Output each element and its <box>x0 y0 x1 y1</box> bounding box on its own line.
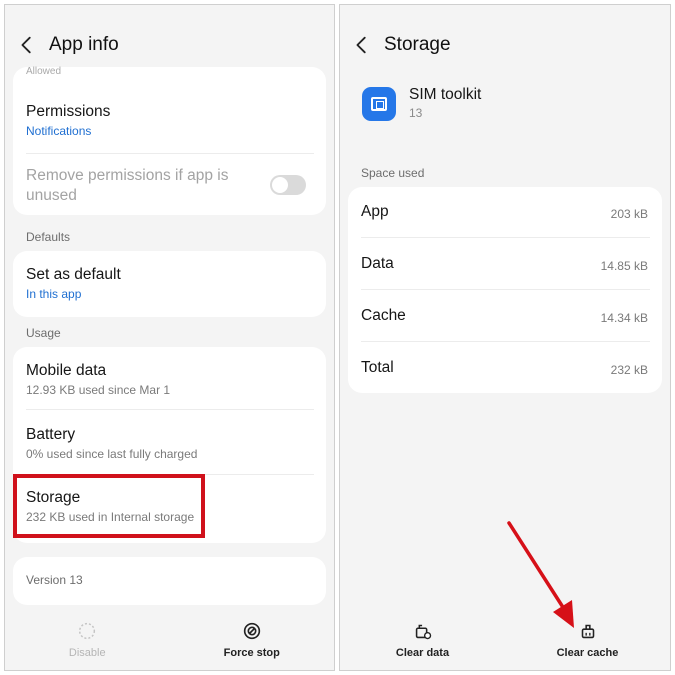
clipped-allowed-text: Allowed <box>26 66 62 77</box>
divider <box>361 289 650 290</box>
cache-size-value: 14.34 kB <box>600 311 648 325</box>
total-size-value: 232 kB <box>610 363 648 377</box>
bottom-action-bar: Disable Force stop <box>5 610 334 670</box>
mobile-data-item[interactable]: Mobile data 12.93 KB used since Mar 1 <box>26 361 314 399</box>
set-as-default-sub: In this app <box>26 287 82 301</box>
data-size-value: 14.85 kB <box>600 259 648 273</box>
battery-label: Battery <box>26 426 76 443</box>
app-size-label: App <box>361 203 389 220</box>
permissions-item[interactable]: Permissions Notifications <box>26 102 314 140</box>
bottom-action-bar: Clear data Clear cache <box>340 610 670 670</box>
app-name: SIM toolkit <box>409 86 482 103</box>
back-arrow-icon[interactable] <box>5 25 49 65</box>
remove-permissions-label: Remove permissions if app is unused <box>26 167 229 204</box>
divider <box>26 409 314 410</box>
app-size-value: 203 kB <box>610 207 648 221</box>
page-title: App info <box>49 34 119 55</box>
defaults-card: Set as default In this app <box>13 251 326 317</box>
app-info-header: App info <box>5 25 334 65</box>
battery-item[interactable]: Battery 0% used since last fully charged <box>26 425 314 463</box>
storage-header: Storage <box>340 25 670 65</box>
force-stop-button[interactable]: Force stop <box>170 610 335 670</box>
clear-data-icon <box>415 624 431 640</box>
clear-data-button[interactable]: Clear data <box>340 610 505 670</box>
app-size-row: App <box>361 202 650 222</box>
divider <box>361 341 650 342</box>
total-size-label: Total <box>361 359 394 376</box>
app-info-screen: App info Allowed Permissions Notificatio… <box>4 4 335 671</box>
app-version: 13 <box>409 106 423 120</box>
total-size-row: Total <box>361 358 650 378</box>
clear-data-label: Clear data <box>395 647 450 659</box>
divider <box>361 237 650 238</box>
space-used-card: App 203 kB Data 14.85 kB Cache 14.34 kB … <box>348 187 662 393</box>
version-card: Version 13 <box>13 557 326 605</box>
mobile-data-sub: 12.93 KB used since Mar 1 <box>26 383 171 397</box>
page-title: Storage <box>384 34 451 55</box>
storage-highlight-box <box>13 474 205 538</box>
remove-permissions-toggle[interactable] <box>270 175 306 195</box>
red-arrow-annotation-icon <box>507 521 574 628</box>
mobile-data-label: Mobile data <box>26 362 107 379</box>
sim-toolkit-app-icon <box>362 87 396 121</box>
set-as-default-item[interactable]: Set as default In this app <box>26 265 314 303</box>
disable-icon <box>79 622 96 640</box>
remove-permissions-item[interactable]: Remove permissions if app is unused <box>26 166 256 206</box>
force-stop-label: Force stop <box>223 647 280 659</box>
force-stop-icon <box>243 622 260 640</box>
defaults-section-header: Defaults <box>26 230 71 244</box>
permissions-label: Permissions <box>26 103 111 120</box>
disable-label: Disable <box>68 647 106 659</box>
storage-screen: Storage SIM toolkit 13 Space used App 20… <box>339 4 671 671</box>
clear-cache-label: Clear cache <box>556 647 619 659</box>
space-used-section-header: Space used <box>361 166 425 180</box>
version-text: Version 13 <box>26 573 83 587</box>
back-arrow-icon[interactable] <box>340 25 384 65</box>
battery-sub: 0% used since last fully charged <box>26 447 198 461</box>
set-as-default-label: Set as default <box>26 266 121 283</box>
usage-section-header: Usage <box>26 326 61 340</box>
disable-button[interactable]: Disable <box>5 610 170 670</box>
permissions-sub: Notifications <box>26 124 92 138</box>
permissions-card: Allowed Permissions Notifications Remove… <box>13 67 326 215</box>
divider <box>26 153 314 154</box>
